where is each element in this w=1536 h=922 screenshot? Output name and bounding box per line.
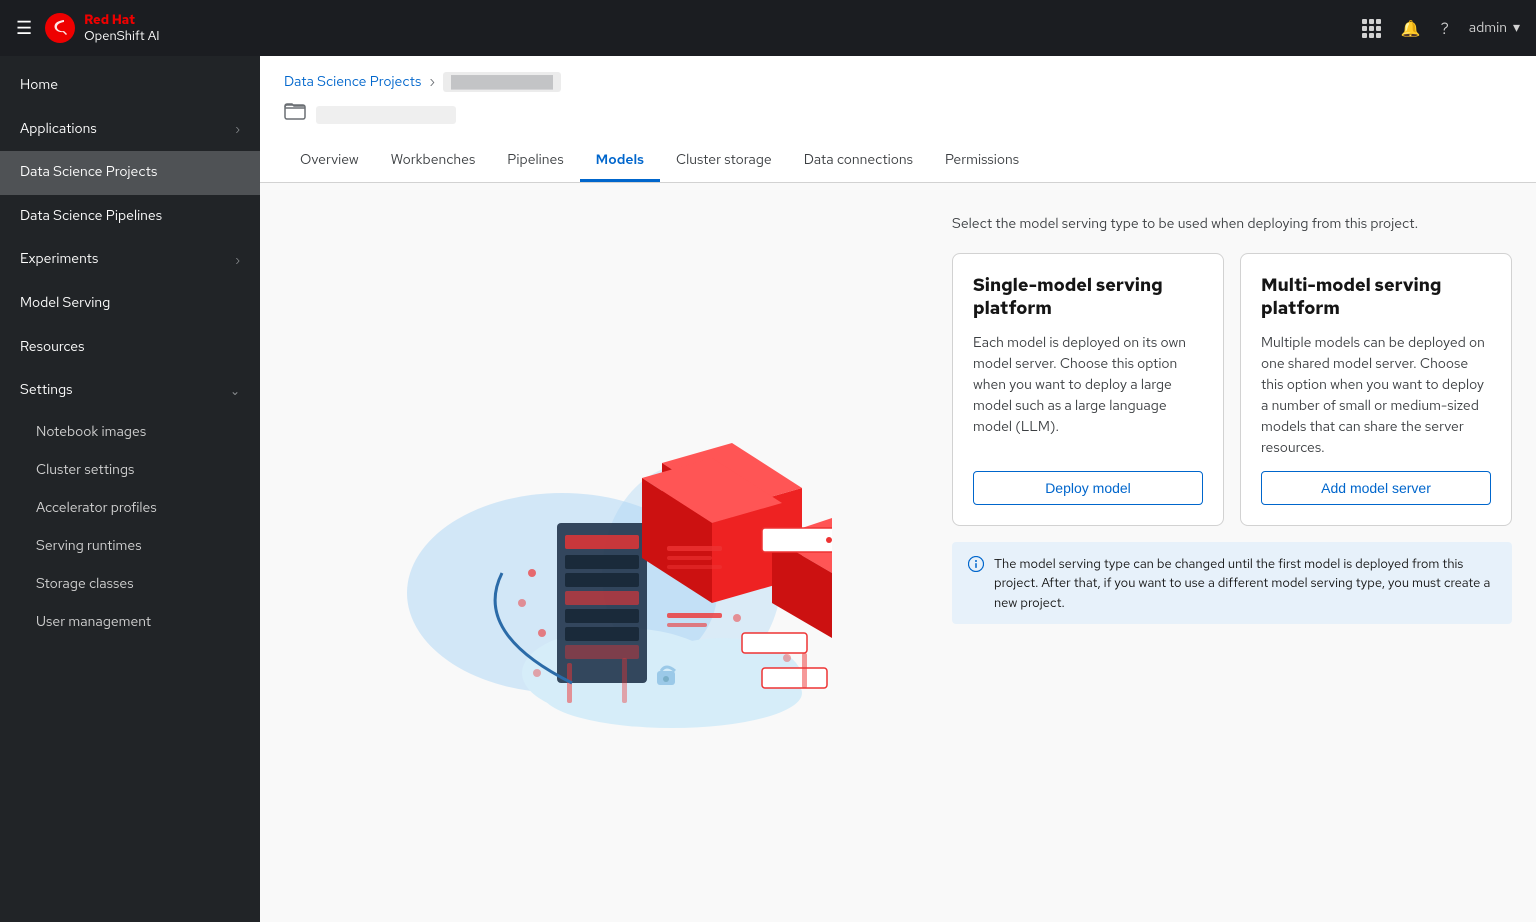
main-content: Data Science Projects › ████████████ Ove… — [260, 56, 1536, 922]
project-folder-icon — [284, 100, 306, 129]
sidebar-item-model-serving[interactable]: Model Serving — [0, 282, 260, 326]
sidebar-resources-label: Resources — [20, 338, 240, 358]
multi-model-card: Multi-model serving platform Multiple mo… — [1240, 253, 1512, 526]
multi-model-description: Multiple models can be deployed on one s… — [1261, 333, 1491, 459]
sidebar-sub-user-management[interactable]: User management — [0, 603, 260, 641]
help-icon[interactable]: ? — [1441, 18, 1449, 39]
sidebar: Home Applications › Data Science Project… — [0, 56, 260, 922]
sidebar-sub-cluster-settings[interactable]: Cluster settings — [0, 451, 260, 489]
tab-workbenches[interactable]: Workbenches — [375, 141, 492, 182]
info-banner-text: The model serving type can be changed un… — [994, 554, 1496, 613]
project-name — [316, 106, 456, 124]
sidebar-settings-label: Settings — [20, 381, 230, 401]
breadcrumb-current: ████████████ — [443, 72, 561, 92]
single-model-description: Each model is deployed on its own model … — [973, 333, 1203, 459]
sidebar-sub-serving-runtimes[interactable]: Serving runtimes — [0, 527, 260, 565]
deploy-model-button[interactable]: Deploy model — [973, 471, 1203, 505]
tab-overview[interactable]: Overview — [284, 141, 375, 182]
serving-cards-container: Single-model serving platform Each model… — [952, 253, 1512, 526]
settings-chevron-icon: ⌄ — [230, 383, 240, 400]
applications-chevron-icon: › — [235, 121, 240, 138]
user-menu[interactable]: admin ▾ — [1469, 19, 1520, 37]
sidebar-model-serving-label: Model Serving — [20, 294, 240, 314]
sidebar-item-resources[interactable]: Resources — [0, 326, 260, 370]
hamburger-menu[interactable]: ☰ — [16, 17, 32, 40]
illustration-area — [284, 207, 920, 898]
notification-bell-icon[interactable]: 🔔 — [1401, 18, 1421, 39]
sidebar-experiments-label: Experiments — [20, 250, 235, 270]
info-circle-icon — [968, 555, 984, 579]
multi-model-title: Multi-model serving platform — [1261, 274, 1491, 321]
brand-product-text: OpenShift AI — [84, 28, 159, 44]
add-model-server-button[interactable]: Add model server — [1261, 471, 1491, 505]
tab-models[interactable]: Models — [580, 141, 660, 182]
sidebar-item-home[interactable]: Home — [0, 64, 260, 108]
sidebar-sub-notebook-images[interactable]: Notebook images — [0, 413, 260, 451]
tab-permissions[interactable]: Permissions — [929, 141, 1035, 182]
brand-redhat-text: Red Hat — [84, 12, 159, 28]
models-illustration-icon — [372, 373, 832, 733]
sidebar-item-applications[interactable]: Applications › — [0, 108, 260, 152]
models-content-area: Select the model serving type to be used… — [260, 183, 1536, 922]
breadcrumb-dsp-link[interactable]: Data Science Projects — [284, 73, 421, 91]
sidebar-applications-label: Applications — [20, 120, 235, 140]
brand-logo-area: Red Hat OpenShift AI — [44, 12, 159, 44]
username-label: admin — [1469, 19, 1507, 37]
tab-data-connections[interactable]: Data connections — [788, 141, 929, 182]
info-banner: The model serving type can be changed un… — [952, 542, 1512, 625]
right-panel: Select the model serving type to be used… — [952, 207, 1512, 898]
tabs-bar: Overview Workbenches Pipelines Models Cl… — [284, 141, 1512, 182]
sidebar-item-settings[interactable]: Settings ⌄ — [0, 369, 260, 413]
sidebar-item-experiments[interactable]: Experiments › — [0, 238, 260, 282]
sidebar-item-pipelines[interactable]: Data Science Pipelines — [0, 195, 260, 239]
breadcrumb-separator-icon: › — [429, 73, 435, 91]
project-header — [284, 100, 1512, 129]
single-model-title: Single-model serving platform — [973, 274, 1203, 321]
sidebar-item-data-science-projects[interactable]: Data Science Projects — [0, 151, 260, 195]
breadcrumb: Data Science Projects › ████████████ — [284, 72, 1512, 92]
settings-submenu: Notebook images Cluster settings Acceler… — [0, 413, 260, 641]
sidebar-dsp-label: Data Science Projects — [20, 163, 240, 183]
sidebar-pipelines-label: Data Science Pipelines — [20, 207, 240, 227]
tab-pipelines[interactable]: Pipelines — [491, 141, 579, 182]
tab-cluster-storage[interactable]: Cluster storage — [660, 141, 788, 182]
experiments-chevron-icon: › — [235, 252, 240, 269]
sidebar-home-label: Home — [20, 76, 240, 96]
breadcrumb-area: Data Science Projects › ████████████ Ove… — [260, 56, 1536, 183]
topbar: ☰ Red Hat OpenShift AI 🔔 ? admin ▾ — [0, 0, 1536, 56]
single-model-card: Single-model serving platform Each model… — [952, 253, 1224, 526]
user-chevron-icon: ▾ — [1513, 19, 1520, 37]
apps-grid-icon[interactable] — [1362, 19, 1381, 38]
serving-type-prompt: Select the model serving type to be used… — [952, 215, 1512, 233]
redhat-logo-icon — [44, 12, 76, 44]
sidebar-sub-storage-classes[interactable]: Storage classes — [0, 565, 260, 603]
sidebar-sub-accelerator-profiles[interactable]: Accelerator profiles — [0, 489, 260, 527]
